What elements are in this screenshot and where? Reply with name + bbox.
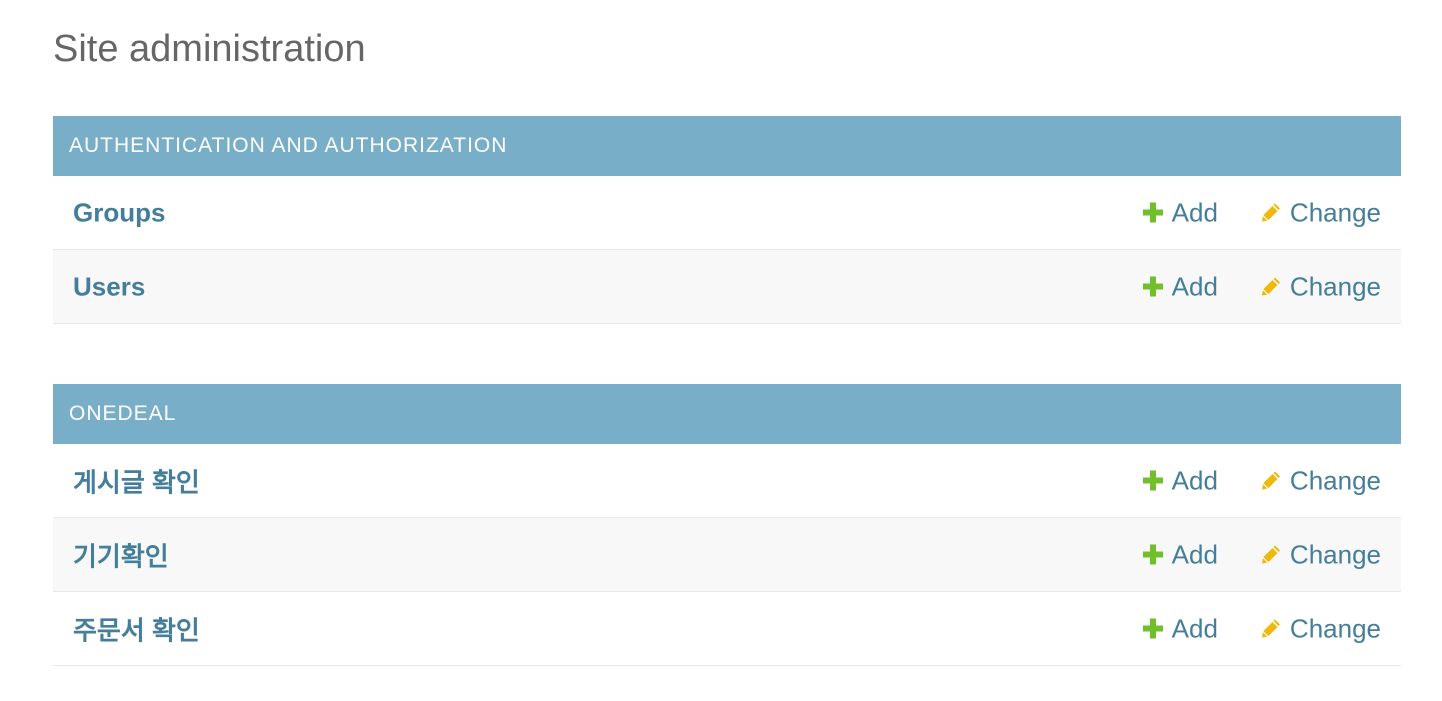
change-label: Change <box>1289 271 1381 301</box>
module-caption[interactable]: AUTHENTICATION AND AUTHORIZATION <box>53 116 1401 176</box>
row-actions: Add Change <box>1142 465 1381 496</box>
add-label: Add <box>1171 271 1218 301</box>
add-label: Add <box>1171 539 1218 569</box>
model-link-groups[interactable]: Groups <box>73 197 165 228</box>
add-link[interactable]: Add <box>1142 613 1218 644</box>
add-link[interactable]: Add <box>1142 271 1218 302</box>
row-actions: Add Change <box>1142 613 1381 644</box>
model-row-orders: 주문서 확인 Add Change <box>53 592 1401 666</box>
change-link[interactable]: Change <box>1260 271 1381 302</box>
add-link[interactable]: Add <box>1142 465 1218 496</box>
change-label: Change <box>1289 539 1381 569</box>
model-row-posts: 게시글 확인 Add Change <box>53 444 1401 518</box>
plus-icon <box>1142 276 1163 297</box>
change-label: Change <box>1289 613 1381 643</box>
model-link-devices[interactable]: 기기확인 <box>73 536 169 573</box>
add-link[interactable]: Add <box>1142 539 1218 570</box>
model-link-users[interactable]: Users <box>73 271 145 302</box>
change-link[interactable]: Change <box>1260 539 1381 570</box>
change-label: Change <box>1289 197 1381 227</box>
add-label: Add <box>1171 613 1218 643</box>
pencil-icon <box>1261 545 1280 564</box>
pencil-icon <box>1261 277 1280 296</box>
model-row-users: Users Add Change <box>53 250 1401 324</box>
change-label: Change <box>1289 465 1381 495</box>
plus-icon <box>1142 544 1163 565</box>
model-link-orders[interactable]: 주문서 확인 <box>73 610 200 647</box>
page-title: Site administration <box>53 28 366 70</box>
module-caption[interactable]: ONEDEAL <box>53 384 1401 444</box>
row-actions: Add Change <box>1142 271 1381 302</box>
model-link-posts[interactable]: 게시글 확인 <box>73 462 200 499</box>
change-link[interactable]: Change <box>1260 197 1381 228</box>
add-label: Add <box>1171 197 1218 227</box>
module-onedeal: ONEDEAL 게시글 확인 Add Change 기기확인 Add Chang… <box>53 384 1401 666</box>
row-actions: Add Change <box>1142 197 1381 228</box>
plus-icon <box>1142 202 1163 223</box>
pencil-icon <box>1261 471 1280 490</box>
row-actions: Add Change <box>1142 539 1381 570</box>
change-link[interactable]: Change <box>1260 465 1381 496</box>
module-auth: AUTHENTICATION AND AUTHORIZATION Groups … <box>53 116 1401 324</box>
plus-icon <box>1142 470 1163 491</box>
pencil-icon <box>1261 619 1280 638</box>
plus-icon <box>1142 618 1163 639</box>
add-link[interactable]: Add <box>1142 197 1218 228</box>
pencil-icon <box>1261 203 1280 222</box>
model-row-devices: 기기확인 Add Change <box>53 518 1401 592</box>
add-label: Add <box>1171 465 1218 495</box>
change-link[interactable]: Change <box>1260 613 1381 644</box>
model-row-groups: Groups Add Change <box>53 176 1401 250</box>
